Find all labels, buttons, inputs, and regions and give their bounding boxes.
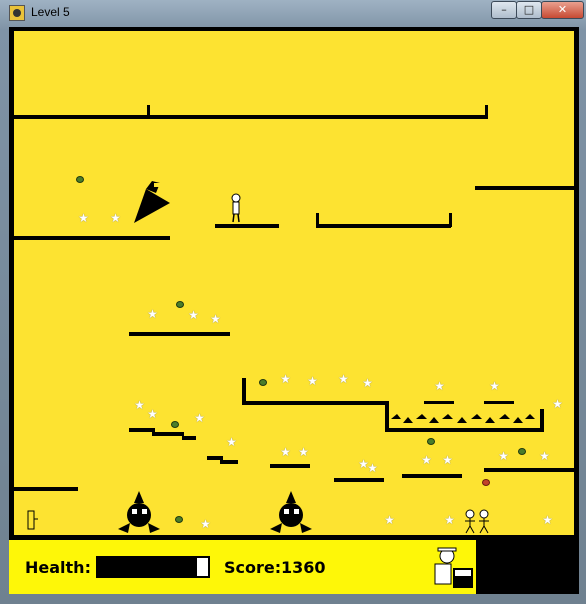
spike-pit-floor	[385, 428, 544, 432]
left-low-ledge	[14, 487, 78, 491]
tray-edge	[449, 213, 452, 227]
character-portrait	[427, 544, 475, 592]
star-icon: ★	[226, 435, 237, 449]
star-icon: ★	[194, 411, 205, 425]
platform-post	[485, 105, 488, 119]
small-platform	[402, 474, 462, 478]
small-platform	[334, 478, 384, 482]
spiked-enemy-icon	[270, 491, 312, 533]
gem-icon	[176, 301, 184, 308]
upper-ledge	[242, 401, 388, 405]
star-icon: ★	[280, 445, 291, 459]
gem-icon	[427, 438, 435, 445]
bat-enemy-icon	[134, 181, 170, 223]
star-icon: ★	[110, 211, 121, 225]
star-icon: ★	[338, 372, 349, 386]
ceiling-platform	[14, 115, 488, 119]
star-icon: ★	[147, 407, 158, 421]
small-platform	[270, 464, 310, 468]
game-window: Level 5 – □ ✕ ★ ★ ★ ★ ★ ★ ★ ★ ★ ★ ★ ★ ★ …	[0, 0, 586, 604]
stair-step	[182, 436, 196, 440]
star-icon: ★	[384, 513, 395, 527]
gem-icon	[482, 479, 490, 486]
health-bar	[96, 556, 210, 578]
star-icon: ★	[307, 374, 318, 388]
wall	[540, 409, 544, 431]
right-low-ledge	[484, 468, 574, 472]
close-button[interactable]: ✕	[541, 1, 584, 19]
gem-icon	[259, 379, 267, 386]
star-icon: ★	[147, 307, 158, 321]
star-icon: ★	[552, 397, 563, 411]
star-icon: ★	[367, 461, 378, 475]
hud-bar: Health: Score: 1360	[9, 540, 476, 594]
middle-ledge	[129, 332, 230, 336]
minimize-button[interactable]: –	[491, 1, 517, 19]
star-icon: ★	[134, 398, 145, 412]
left-ledge	[14, 236, 170, 240]
small-step	[484, 401, 514, 404]
star-icon: ★	[421, 453, 432, 467]
walking-enemy-icon	[465, 509, 489, 534]
star-icon: ★	[498, 449, 509, 463]
floor	[14, 535, 574, 539]
health-fill	[98, 558, 197, 576]
maximize-button[interactable]: □	[516, 1, 542, 19]
tray-platform	[316, 224, 451, 228]
level-field: ★ ★ ★ ★ ★ ★ ★ ★ ★ ★ ★ ★ ★ ★ ★ ★ ★ ★ ★ ★ …	[14, 31, 574, 539]
stair-step	[152, 432, 184, 436]
star-icon: ★	[200, 517, 211, 531]
spiked-enemy-icon	[118, 491, 160, 533]
star-icon: ★	[434, 379, 445, 393]
star-icon: ★	[188, 308, 199, 322]
game-area: ★ ★ ★ ★ ★ ★ ★ ★ ★ ★ ★ ★ ★ ★ ★ ★ ★ ★ ★ ★ …	[9, 27, 579, 594]
gem-icon	[518, 448, 526, 455]
title-bar: Level 5 – □ ✕	[0, 0, 586, 26]
star-icon: ★	[78, 211, 89, 225]
spike-hazard	[391, 414, 535, 423]
window-title: Level 5	[31, 5, 70, 19]
star-icon: ★	[280, 372, 291, 386]
gem-icon	[171, 421, 179, 428]
star-icon: ★	[444, 513, 455, 527]
player-icon[interactable]	[230, 193, 242, 223]
platform-post	[147, 105, 150, 117]
stair-step	[220, 460, 238, 464]
player-ledge	[215, 224, 279, 228]
score-value: 1360	[281, 558, 326, 577]
star-icon: ★	[362, 376, 373, 390]
star-icon: ★	[539, 449, 550, 463]
gem-icon	[76, 176, 84, 183]
health-label: Health:	[25, 558, 91, 577]
right-ledge	[475, 186, 574, 190]
gem-icon	[175, 516, 183, 523]
tray-edge	[316, 213, 319, 227]
small-step	[424, 401, 454, 404]
star-icon: ★	[542, 513, 553, 527]
score-label: Score:	[224, 558, 282, 577]
star-icon: ★	[489, 379, 500, 393]
exit-sign-icon	[27, 510, 38, 530]
star-icon: ★	[298, 445, 309, 459]
star-icon: ★	[210, 312, 221, 326]
star-icon: ★	[442, 453, 453, 467]
app-icon	[9, 5, 25, 21]
